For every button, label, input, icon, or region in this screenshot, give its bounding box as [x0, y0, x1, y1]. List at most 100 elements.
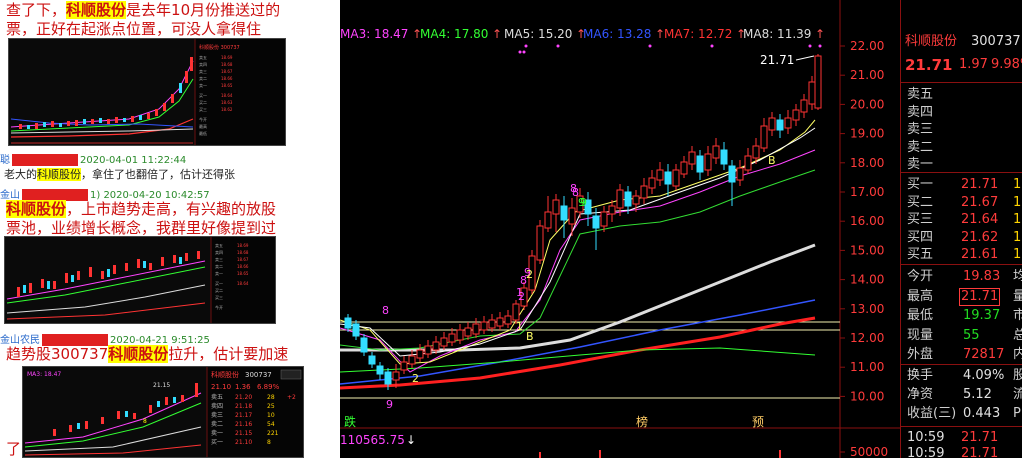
candle-down[interactable] [344, 317, 352, 329]
kline-chart-canvas[interactable]: 22.00 21.00 20.00 19.00 18.00 17.00 16.00 15.00… [340, 0, 900, 458]
kline-chart[interactable]: 22.00 21.00 20.00 19.00 18.00 17.00 16.00 15.00… [340, 0, 900, 458]
sequence-label: 8 [382, 304, 389, 317]
candle-up[interactable] [456, 329, 464, 341]
candle-up[interactable] [704, 153, 712, 171]
username[interactable]: 聪 [0, 155, 10, 166]
candle-up[interactable] [752, 145, 760, 159]
candle-up[interactable] [760, 125, 768, 149]
candle-up[interactable] [616, 189, 624, 209]
quote-row-label: 买三 [907, 212, 934, 227]
candle-up[interactable] [736, 167, 744, 181]
candle-up[interactable] [808, 81, 816, 105]
candle-down[interactable] [368, 355, 376, 365]
candle-down[interactable] [624, 191, 632, 207]
ma-legend-item: MA4: 17.80 [420, 27, 489, 41]
thumb3-row-label: 卖二 [211, 421, 223, 428]
quote-header: 科顺股份 300737 [901, 33, 1022, 53]
candle-up[interactable] [672, 169, 680, 187]
ma-yellow-line [340, 119, 816, 365]
candle-up[interactable] [400, 361, 408, 371]
quote-row-label: 最低 [907, 308, 934, 323]
candle-up[interactable] [496, 317, 504, 327]
candle-up[interactable] [536, 225, 544, 261]
svg-text:今开: 今开 [199, 116, 207, 122]
candle-up[interactable] [504, 315, 512, 325]
candle-up[interactable] [552, 199, 560, 215]
candle-up[interactable] [392, 371, 400, 381]
svg-text:买一: 买一 [199, 92, 207, 98]
candle-down[interactable] [560, 205, 568, 221]
candle-up[interactable] [712, 145, 720, 159]
candle-up[interactable] [640, 185, 648, 199]
thumb3-row-price: 21.16 [235, 421, 252, 428]
quote-row-volume: 1 [1013, 229, 1022, 245]
thumb3-row-vol: 28 [267, 394, 275, 401]
candle-up[interactable] [688, 151, 696, 165]
candle-up[interactable] [448, 333, 456, 343]
candle-up[interactable] [544, 211, 552, 229]
quote-row-label: 外盘 [907, 347, 934, 362]
event-label[interactable]: 跌 [344, 414, 356, 429]
stock-highlight: 科顺股份 [66, 1, 127, 19]
svg-text:最高: 最高 [199, 123, 207, 129]
thumb3-row-vol: 8 [267, 439, 271, 446]
candle-up[interactable] [480, 321, 488, 331]
quote-row-side: 量 [1013, 288, 1022, 306]
post1-text: 是去年10月份推送过的 [126, 1, 281, 19]
candle-up[interactable] [814, 55, 822, 109]
candle-up[interactable] [800, 99, 808, 113]
thumb3-stock-code: 300737 [245, 371, 272, 379]
quote-separator [901, 264, 1022, 265]
quote-row-value: 72817 [963, 347, 1005, 362]
candle-up[interactable] [744, 155, 752, 171]
candle-up[interactable] [416, 349, 424, 359]
price-axis-label: 12.00 [850, 331, 884, 345]
candle-up[interactable] [600, 211, 608, 227]
quote-row-side: 市 [1013, 307, 1022, 325]
quote-row-value: 4.09% [963, 368, 1005, 383]
candle-up[interactable] [792, 109, 800, 121]
candle-up[interactable] [432, 341, 440, 351]
quote-row-volume: 1 [1013, 194, 1022, 210]
candle-down[interactable] [592, 215, 600, 229]
candle-up[interactable] [608, 205, 616, 215]
candle-up[interactable] [464, 327, 472, 337]
candle-up[interactable] [440, 337, 448, 347]
thumb3-change: 1.36 [235, 383, 251, 391]
stock-highlight: 科顺股份 [37, 168, 81, 181]
candle-down[interactable] [720, 149, 728, 165]
candle-up[interactable] [768, 117, 776, 131]
thumb3-row-label: 卖四 [211, 403, 223, 410]
candle-down[interactable] [376, 365, 384, 375]
candle-down[interactable] [696, 155, 704, 173]
event-label[interactable]: 预 [752, 415, 764, 429]
sequence-label: 9 [386, 398, 393, 411]
quote-row: 买五 21.61 1 [901, 246, 1022, 264]
candle-down[interactable] [776, 119, 784, 131]
candle-down[interactable] [664, 171, 672, 185]
candle-up[interactable] [488, 319, 496, 329]
candle-down[interactable] [360, 337, 368, 353]
candle-up[interactable] [512, 303, 520, 321]
candle-up[interactable] [680, 161, 688, 175]
price-axis-label: 11.00 [850, 360, 884, 374]
candle-down[interactable] [384, 371, 392, 385]
candle-up[interactable] [784, 117, 792, 129]
candle-up[interactable] [472, 323, 480, 335]
quote-price: 21.71 [905, 56, 953, 74]
candle-up[interactable] [424, 345, 432, 355]
event-label[interactable]: 榜 [636, 414, 648, 429]
candle-up[interactable] [656, 169, 664, 181]
chart-thumbnail-1: 科顺股份 300737 卖五 卖四 卖三 卖二 卖一 买一 买二 买三 今开 最高 最低 18… [8, 38, 286, 146]
candle-down[interactable] [352, 323, 360, 337]
quote-row-label: 卖二 [907, 139, 934, 155]
candle-up[interactable] [632, 195, 640, 205]
quote-row-value: 19.37 [963, 308, 1001, 323]
candle-up[interactable] [648, 177, 656, 189]
thumb3-tab[interactable] [280, 369, 302, 380]
candle-down[interactable] [728, 165, 736, 183]
thumb3-row-vol: 221 [267, 430, 279, 437]
candle-up[interactable] [568, 207, 576, 225]
candle-up[interactable] [408, 355, 416, 365]
post3-text: 趋势股300737 [6, 345, 109, 363]
